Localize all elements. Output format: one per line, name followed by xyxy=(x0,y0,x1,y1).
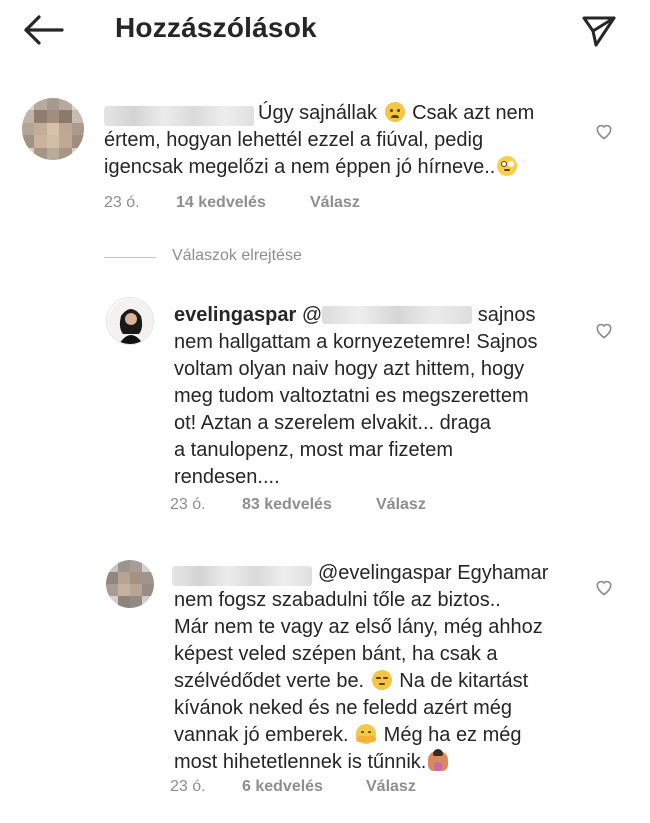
sad-face-emoji xyxy=(384,102,405,122)
like-button[interactable] xyxy=(594,320,614,340)
comment-text: evelingaspar @ sajnos nem hallgattam a k… xyxy=(174,304,538,488)
avatar[interactable] xyxy=(106,297,154,345)
person-shrugging-emoji xyxy=(428,749,449,771)
send-button[interactable] xyxy=(578,12,618,48)
heart-icon xyxy=(596,580,612,596)
avatar[interactable] xyxy=(106,560,154,608)
divider xyxy=(104,257,156,258)
like-button[interactable] xyxy=(594,121,614,141)
profile-photo xyxy=(108,299,153,344)
hugging-face-emoji xyxy=(356,724,377,744)
likes-count[interactable]: 6 kedvelés xyxy=(242,778,323,796)
mention-link[interactable]: @evelingaspar xyxy=(318,562,452,584)
mention-link[interactable]: @ xyxy=(302,304,322,326)
unamused-face-emoji xyxy=(371,670,392,690)
comment-time: 23 ó. xyxy=(170,496,206,513)
comment-time: 23 ó. xyxy=(170,778,206,795)
avatar[interactable] xyxy=(22,98,84,160)
likes-count[interactable]: 14 kedvelés xyxy=(176,194,266,212)
hide-replies-button[interactable]: Válaszok elrejtése xyxy=(172,247,302,265)
reply-button[interactable]: Válasz xyxy=(310,194,360,212)
page-title: Hozzászólások xyxy=(115,12,317,43)
arrow-left-icon xyxy=(24,15,64,45)
like-button[interactable] xyxy=(594,577,614,597)
comment-time: 23 ó. xyxy=(104,194,140,211)
likes-count[interactable]: 83 kedvelés xyxy=(242,496,332,514)
reply-button[interactable]: Válasz xyxy=(376,496,426,514)
back-button[interactable] xyxy=(22,12,66,48)
eye-roll-emoji xyxy=(497,156,518,176)
paper-plane-icon xyxy=(582,16,616,47)
comment-username[interactable]: evelingaspar xyxy=(174,304,296,326)
reply-button[interactable]: Válasz xyxy=(366,778,416,796)
comment-text: Úgy sajnállak Csak azt nem értem, hogyan… xyxy=(104,102,535,178)
header-bar: Hozzászólások xyxy=(0,0,650,62)
heart-icon xyxy=(596,124,612,140)
mention-redacted xyxy=(322,306,473,324)
heart-icon xyxy=(596,323,612,339)
comment-text: @evelingaspar Egyhamar nem fogsz szabadu… xyxy=(174,562,549,773)
